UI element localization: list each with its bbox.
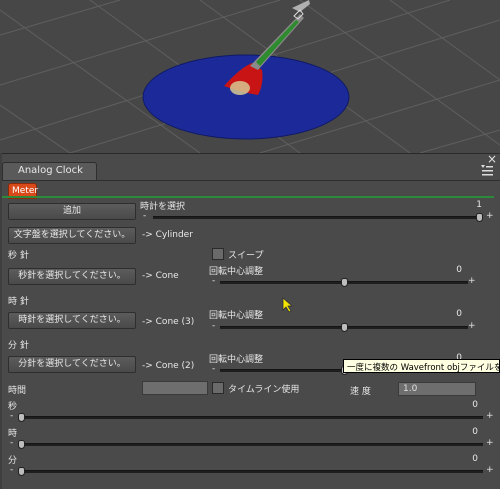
- sweep-checkbox[interactable]: [212, 248, 224, 260]
- minute-pivot-value: 0: [456, 309, 462, 319]
- clock-hand-tip: [292, 0, 310, 12]
- select-hour-hand-button[interactable]: 分針を選択してください。: [8, 356, 136, 373]
- slider-minus-icon: -: [143, 211, 147, 221]
- slider-minus-icon: -: [212, 364, 216, 374]
- seconds-slider[interactable]: [18, 416, 483, 419]
- sweep-label: スイープ: [228, 251, 264, 261]
- analog-clock-panel: Analog Clock × Meter 追加 時計を選択 1 - + 文字盤を…: [2, 152, 500, 489]
- hour-hand-target: -> Cone (2): [142, 361, 195, 371]
- seconds-slider-thumb[interactable]: [18, 413, 25, 422]
- second-hand-target: -> Cone: [142, 271, 179, 281]
- hours-slider[interactable]: [18, 443, 483, 446]
- title-separator: [2, 180, 500, 181]
- panel-menu-icon[interactable]: [480, 164, 494, 177]
- slider-plus-icon: +: [486, 438, 494, 448]
- slider-plus-icon: +: [468, 276, 476, 286]
- select-minute-hand-button[interactable]: 時針を選択してください。: [8, 312, 136, 329]
- dial-target: -> Cylinder: [142, 230, 193, 240]
- cone-highlight: [230, 81, 250, 95]
- time-field[interactable]: [142, 381, 208, 395]
- minute-hand-section-title: 時 針: [8, 297, 29, 307]
- mouse-cursor-icon: [282, 297, 294, 313]
- use-timeline-checkbox[interactable]: [212, 382, 224, 394]
- second-pivot-slider-thumb[interactable]: [340, 278, 348, 287]
- slider-plus-icon: +: [468, 321, 476, 331]
- hours-slider-thumb[interactable]: [18, 440, 25, 449]
- hour-pivot-label: 回転中心調整: [209, 355, 264, 365]
- panel-title: Analog Clock: [18, 165, 83, 176]
- use-timeline-label: タイムライン使用: [228, 385, 300, 395]
- tooltip: 一度に複数の Wavefront objファイルを: [343, 359, 500, 373]
- minute-hand-target: -> Cone (3): [142, 317, 195, 327]
- select-clock-label: 時計を選択: [140, 202, 186, 212]
- hours-value: 0: [472, 427, 478, 437]
- select-clock-slider[interactable]: [153, 216, 483, 219]
- slider-minus-icon: -: [10, 411, 14, 421]
- select-dial-button[interactable]: 文字盤を選択してください。: [8, 227, 136, 244]
- seconds-value: 0: [472, 400, 478, 410]
- minutes-slider-thumb[interactable]: [18, 467, 25, 476]
- select-clock-value: 1: [476, 200, 482, 210]
- tab-divider: [2, 196, 494, 198]
- minutes-value: 0: [472, 454, 478, 464]
- slider-plus-icon: +: [486, 211, 494, 221]
- speed-label: 速 度: [350, 387, 371, 397]
- select-second-hand-button[interactable]: 秒針を選択してください。: [8, 268, 136, 285]
- 3d-viewport[interactable]: [0, 0, 500, 153]
- scene-render: [0, 0, 500, 153]
- slider-minus-icon: -: [212, 276, 216, 286]
- second-pivot-label: 回転中心調整: [209, 267, 264, 277]
- panel-title-tab[interactable]: Analog Clock: [2, 162, 97, 180]
- hour-hand-section-title: 分 針: [8, 341, 29, 351]
- time-label: 時間: [8, 386, 27, 396]
- add-button[interactable]: 追加: [8, 203, 136, 220]
- slider-plus-icon: +: [486, 411, 494, 421]
- tab-meter-label: Meter: [12, 186, 39, 196]
- slider-plus-icon: +: [486, 465, 494, 475]
- minute-pivot-slider-thumb[interactable]: [340, 323, 348, 332]
- select-clock-slider-thumb[interactable]: [476, 213, 483, 222]
- minutes-slider[interactable]: [18, 470, 483, 473]
- speed-field[interactable]: 1.0: [398, 382, 476, 396]
- slider-minus-icon: -: [212, 321, 216, 331]
- slider-minus-icon: -: [10, 438, 14, 448]
- second-pivot-value: 0: [456, 265, 462, 275]
- second-hand-section-title: 秒 針: [8, 251, 29, 261]
- tooltip-text: 一度に複数の Wavefront objファイルを: [347, 363, 500, 373]
- speed-value: 1.0: [403, 384, 418, 394]
- minute-pivot-label: 回転中心調整: [209, 311, 264, 321]
- slider-minus-icon: -: [10, 465, 14, 475]
